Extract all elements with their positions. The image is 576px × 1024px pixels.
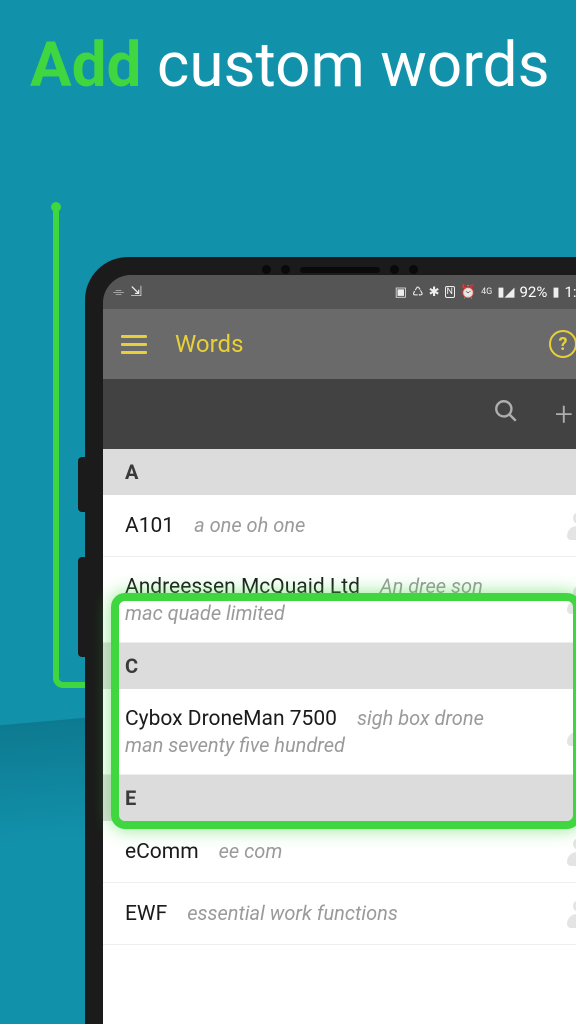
phone-screen: ⌯ ⇲ ▣ ♺ ✱ N ⏰ 4G ▮◢ 92% ▮ 1:3 Words: [103, 275, 576, 1024]
search-button[interactable]: [493, 398, 519, 431]
promo-title: Add custom words: [30, 32, 550, 100]
status-bar: ⌯ ⇲ ▣ ♺ ✱ N ⏰ 4G ▮◢ 92% ▮ 1:3: [103, 275, 576, 309]
promo-title-accent: Add: [30, 29, 141, 102]
add-button[interactable]: +: [555, 395, 573, 433]
phone-notch: [262, 265, 418, 274]
network-icon: 4G: [481, 287, 492, 297]
nfc-icon: N: [445, 286, 455, 298]
word-text: A101: [125, 514, 174, 538]
action-bar: +: [103, 379, 576, 449]
alarm-icon: ⏰: [460, 285, 476, 300]
bluetooth-icon: ✱: [429, 285, 440, 300]
word-list[interactable]: A A101 a one oh one Andreessen McQuaid L…: [103, 449, 576, 1024]
battery-icon: ▮: [552, 285, 559, 300]
pronunciation-text: a one oh one: [194, 513, 305, 537]
battery-percent: 92%: [519, 283, 547, 301]
pronunciation-text: An dree son: [380, 574, 483, 598]
help-button[interactable]: ?: [549, 330, 576, 358]
word-text: Cybox DroneMan 7500: [125, 707, 337, 731]
person-icon: [567, 512, 576, 540]
cast-icon: ⇲: [130, 284, 142, 300]
word-text: EWF: [125, 902, 167, 926]
battery-saver-icon: ▣: [395, 285, 407, 300]
page-title: Words: [175, 330, 243, 358]
signal-icon: ▮◢: [497, 285, 514, 300]
section-header: C: [103, 643, 576, 689]
menu-button[interactable]: [121, 335, 147, 354]
list-item[interactable]: A101 a one oh one: [103, 495, 576, 557]
pronunciation-text: essential work functions: [187, 901, 398, 925]
person-icon: [567, 718, 576, 746]
pronunciation-text: sigh box drone: [357, 706, 484, 730]
person-icon: [567, 586, 576, 614]
app-bar: Words ?: [103, 309, 576, 379]
voicemail-icon: ⌯: [113, 284, 124, 300]
list-item[interactable]: EWF essential work functions: [103, 883, 576, 945]
section-header: A: [103, 449, 576, 495]
section-header: E: [103, 775, 576, 821]
recycle-icon: ♺: [412, 285, 424, 300]
word-text: eComm: [125, 840, 199, 864]
person-icon: [567, 900, 576, 928]
promo-title-rest: custom words: [157, 29, 550, 102]
phone-frame: ⌯ ⇲ ▣ ♺ ✱ N ⏰ 4G ▮◢ 92% ▮ 1:3 Words: [85, 257, 576, 1024]
list-item[interactable]: eComm ee com: [103, 821, 576, 883]
person-icon: [567, 838, 576, 866]
pronunciation-text-2: mac quade limited: [125, 601, 576, 625]
word-text: Andreessen McQuaid Ltd: [125, 575, 360, 599]
list-item[interactable]: Andreessen McQuaid Ltd An dree son mac q…: [103, 557, 576, 643]
pronunciation-text: ee com: [219, 839, 283, 863]
status-time: 1:3: [565, 283, 576, 301]
pronunciation-text-2: man seventy five hundred: [125, 733, 576, 757]
list-item[interactable]: Cybox DroneMan 7500 sigh box drone man s…: [103, 689, 576, 775]
